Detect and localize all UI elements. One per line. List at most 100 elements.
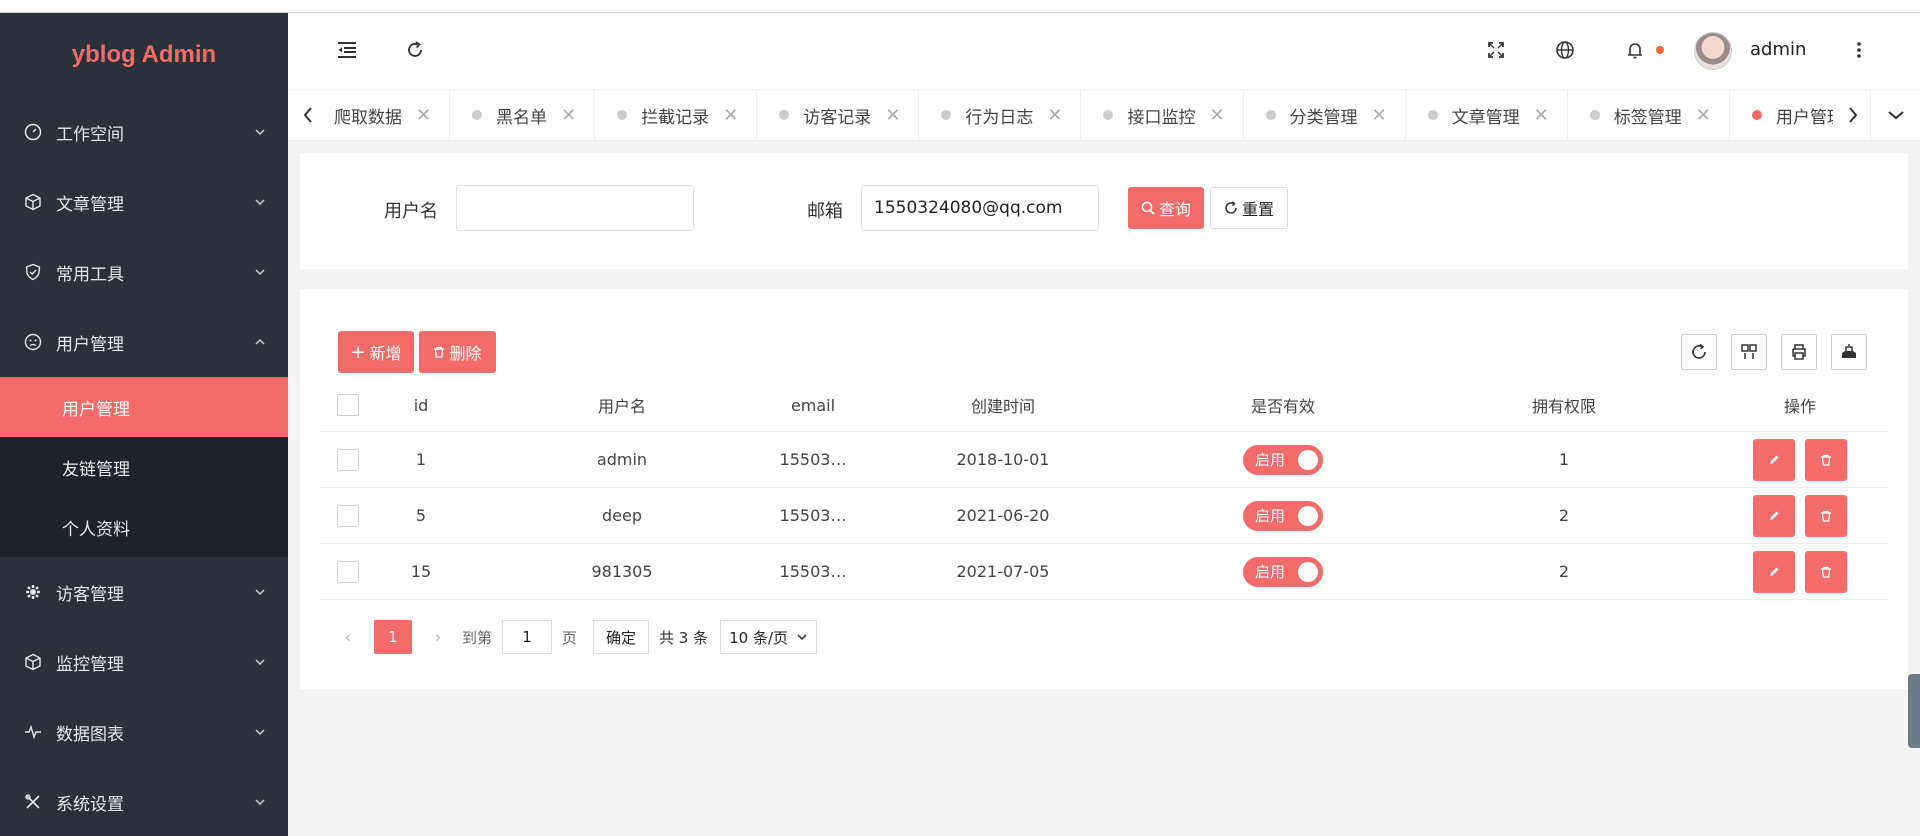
print-icon [1792,344,1806,360]
page-unit-label: 页 [562,628,578,647]
tabs-next-button[interactable] [1833,90,1873,140]
export-icon [1842,344,1856,358]
sidebar-item-workspace[interactable]: 工作空间 [0,97,288,167]
row-checkbox[interactable] [337,504,359,527]
sidebar-item-articles[interactable]: 文章管理 [0,167,288,237]
globe-icon[interactable] [1554,39,1576,61]
close-icon[interactable]: ✕ [1047,105,1062,126]
column-header-email[interactable]: email [778,396,848,415]
column-header-permissions[interactable]: 拥有权限 [1408,393,1720,417]
tab-behavior-log[interactable]: 行为日志 ✕ [919,90,1082,140]
tabs-list: 爬取数据 ✕ 黑名单 ✕ 拦截记录 ✕ 访客记录 ✕ 行为日志 ✕ 接口监控 ✕ [328,90,1833,140]
toggle-label: 启用 [1255,563,1286,581]
goto-page-input[interactable]: 1 [502,620,553,654]
table-row: 1 admin 15503… 2018-10-01 启用 1 [320,432,1888,488]
delete-row-button[interactable] [1804,494,1847,537]
sidebar-item-users[interactable]: 用户管理 [0,307,288,377]
sidebar: yblog Admin 工作空间 文章管理 常用工具 用户管理 用户管理 友链管… [0,13,288,836]
sidebar-item-settings[interactable]: 系统设置 [0,767,288,836]
column-header-username[interactable]: 用户名 [466,393,778,417]
pagination: ‹ 1 › 到第 1 页 确定 共 3 条 10 条/页 [336,619,818,655]
column-header-valid[interactable]: 是否有效 [1158,393,1408,417]
close-icon[interactable]: ✕ [561,105,576,126]
tab-user-management[interactable]: 用户管理 [1730,90,1833,140]
tab-label: 分类管理 [1289,107,1358,128]
cell-username: 981305 [591,562,653,581]
side-handle[interactable] [1908,674,1920,748]
valid-toggle[interactable]: 启用 [1243,444,1323,475]
table-print-button[interactable] [1781,334,1817,370]
tab-label: 拦截记录 [641,107,710,128]
select-all-checkbox[interactable] [337,394,359,416]
table-refresh-button[interactable] [1681,334,1717,370]
tab-status-dot [1427,110,1438,120]
valid-toggle[interactable]: 启用 [1243,556,1323,587]
chevron-up-icon [255,338,265,345]
sidebar-item-charts[interactable]: 数据图表 [0,697,288,767]
goto-confirm-button[interactable]: 确定 [593,620,650,654]
close-icon[interactable]: ✕ [1696,105,1711,126]
column-header-created[interactable]: 创建时间 [848,393,1158,417]
tabs-prev-button[interactable] [288,90,328,140]
table-columns-button[interactable] [1731,334,1767,370]
menu-fold-icon[interactable] [336,39,358,61]
refresh-icon[interactable] [404,39,426,61]
avatar[interactable] [1694,32,1732,70]
chevron-down-icon [255,659,265,666]
tabs-dropdown-button[interactable] [1870,90,1920,140]
tab-tag-management[interactable]: 标签管理 ✕ [1568,90,1730,140]
tab-intercept-records[interactable]: 拦截记录 ✕ [595,90,758,140]
sidebar-subitem-user-management[interactable]: 用户管理 [0,377,288,437]
reset-button[interactable]: 重置 [1210,187,1288,229]
row-checkbox[interactable] [337,560,359,583]
row-checkbox[interactable] [337,448,359,471]
tab-visitor-records[interactable]: 访客记录 ✕ [757,90,920,140]
query-button[interactable]: 查询 [1128,187,1204,229]
table-export-button[interactable] [1831,334,1867,370]
chevron-down-icon [255,129,265,136]
delete-row-button[interactable] [1804,550,1847,593]
prev-page-button[interactable]: ‹ [336,627,360,648]
tab-article-management[interactable]: 文章管理 ✕ [1406,90,1568,140]
page-size-select[interactable]: 10 条/页 [720,620,818,654]
email-input[interactable] [861,185,1099,231]
tab-crawl-data[interactable]: 爬取数据 ✕ [328,90,451,140]
close-icon[interactable]: ✕ [1209,105,1224,126]
sidebar-item-monitoring[interactable]: 监控管理 [0,627,288,697]
search-panel: 用户名 邮箱 查询 重置 [300,153,1908,269]
close-icon[interactable]: ✕ [723,105,738,126]
sidebar-subitem-friend-links[interactable]: 友链管理 [0,437,288,497]
more-icon[interactable] [1848,39,1870,61]
column-header-id[interactable]: id [376,396,466,415]
page-number-current[interactable]: 1 [374,620,412,654]
close-icon[interactable]: ✕ [885,105,900,126]
tab-category-management[interactable]: 分类管理 ✕ [1244,90,1406,140]
tab-api-monitor[interactable]: 接口监控 ✕ [1081,90,1244,140]
header-username[interactable]: admin [1750,39,1806,60]
valid-toggle[interactable]: 启用 [1243,500,1323,531]
tab-blacklist[interactable]: 黑名单 ✕ [450,90,596,140]
pulse-icon [24,723,42,741]
edit-button[interactable] [1753,438,1796,481]
tab-label: 用户管理 [1775,107,1833,128]
close-icon[interactable]: ✕ [416,105,431,126]
username-input[interactable] [456,185,694,231]
plus-icon: + [350,341,366,363]
delete-button[interactable]: 删除 [419,331,496,373]
sidebar-item-label: 常用工具 [56,264,124,285]
close-icon[interactable]: ✕ [1372,105,1387,126]
sidebar-item-visitors[interactable]: 访客管理 [0,557,288,627]
search-icon [1141,201,1155,215]
bell-icon[interactable] [1624,39,1646,61]
edit-button[interactable] [1753,550,1796,593]
top-strip [0,0,1920,13]
close-icon[interactable]: ✕ [1534,105,1549,126]
fullscreen-icon[interactable] [1485,39,1507,61]
edit-button[interactable] [1753,494,1796,537]
add-button[interactable]: + 新增 [338,331,414,373]
delete-row-button[interactable] [1804,438,1847,481]
sidebar-subitem-profile[interactable]: 个人资料 [0,497,288,557]
cell-id: 15 [410,562,432,581]
next-page-button[interactable]: › [426,627,450,648]
sidebar-item-tools[interactable]: 常用工具 [0,237,288,307]
